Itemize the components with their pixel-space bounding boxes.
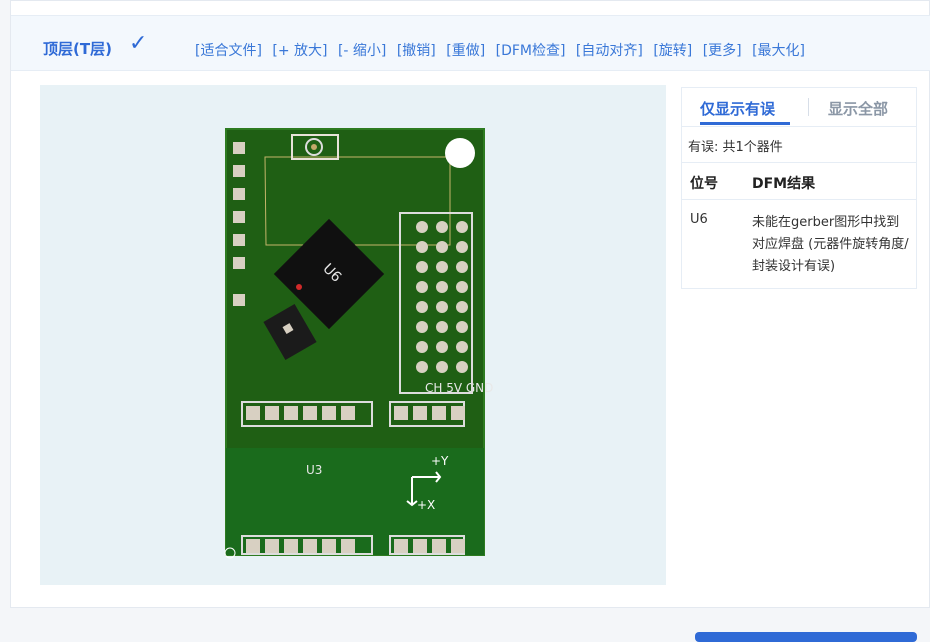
layer-label[interactable]: 顶层(T层) <box>43 38 112 59</box>
error-summary: 有误: 共1个器件 <box>688 140 783 155</box>
redo-button[interactable]: [重做] <box>446 43 485 59</box>
tab-show-all[interactable]: 显示全部 <box>828 98 888 119</box>
zoom-out-button[interactable]: [- 缩小] <box>338 43 386 59</box>
header-dfm-result: DFM结果 <box>752 176 816 192</box>
result-row-ref[interactable]: U6 <box>690 212 708 227</box>
dfm-check-button[interactable]: [DFM检查] <box>496 43 566 59</box>
zoom-in-button[interactable]: [+ 放大] <box>272 43 327 59</box>
auto-align-button[interactable]: [自动对齐] <box>576 43 643 59</box>
toolbar-actions: [适合文件] [+ 放大] [- 缩小] [撤销] [重做] [DFM检查] [… <box>195 40 811 60</box>
checkmark-icon: ✓ <box>129 31 148 56</box>
tab-show-errors[interactable]: 仅显示有误 <box>700 98 775 119</box>
rotate-button[interactable]: [旋转] <box>653 43 692 59</box>
top-toolbar: 顶层(T层) ✓ [适合文件] [+ 放大] [- 缩小] [撤销] [重做] … <box>11 15 930 71</box>
u3-label: U3 <box>306 463 322 477</box>
more-button[interactable]: [更多] <box>703 43 742 59</box>
dfm-panel: 顶层(T层) ✓ [适合文件] [+ 放大] [- 缩小] [撤销] [重做] … <box>10 0 930 608</box>
plus-x-label: +X <box>417 498 435 512</box>
active-tab-indicator <box>700 122 790 125</box>
result-table-header: 位号 DFM结果 <box>682 162 916 200</box>
pcb-board-svg[interactable]: U6 U3 CH 5V GND +Y +X <box>40 85 666 585</box>
result-row-detail: 未能在gerber图形中找到对应焊盘 (元器件旋转角度/封装设计有误) <box>752 215 909 274</box>
header-ref: 位号 <box>690 176 718 192</box>
plus-y-label: +Y <box>431 454 449 468</box>
dfm-result-panel: 仅显示有误 显示全部 有误: 共1个器件 位号 DFM结果 U6 未能在gerb… <box>681 87 917 289</box>
pcb-viewer[interactable]: U6 U3 CH 5V GND +Y +X <box>40 85 666 585</box>
undo-button[interactable]: [撤销] <box>397 43 436 59</box>
fit-file-button[interactable]: [适合文件] <box>195 43 262 59</box>
bottom-action-button[interactable] <box>695 632 917 642</box>
maximize-button[interactable]: [最大化] <box>752 43 805 59</box>
tab-separator <box>808 98 809 116</box>
result-tabs: 仅显示有误 显示全部 <box>682 88 916 127</box>
